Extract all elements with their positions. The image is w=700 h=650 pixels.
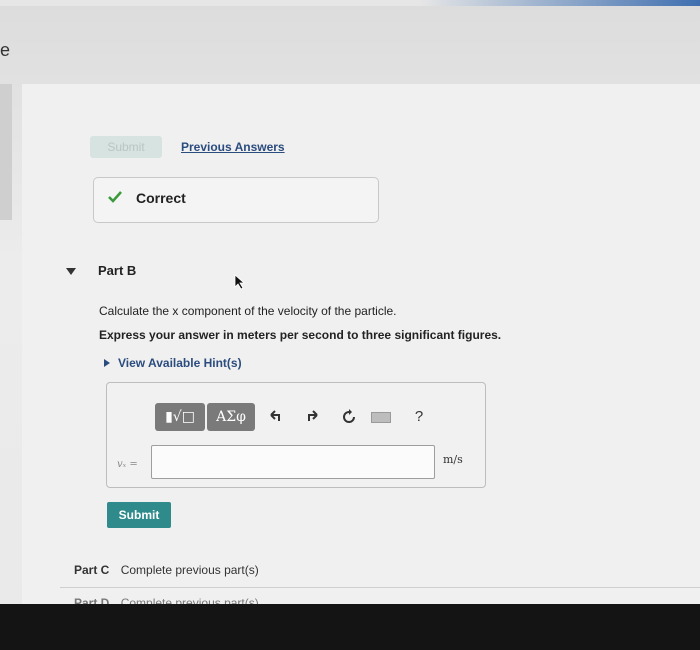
feedback-status-label: Correct xyxy=(136,190,186,206)
question-text: Calculate the x component of the velocit… xyxy=(99,304,397,318)
variable-label: vₓ = xyxy=(117,459,138,470)
templates-button[interactable]: ▮√□ xyxy=(155,403,205,431)
feedback-correct-box: Correct xyxy=(93,177,379,223)
greek-symbols-button[interactable]: ΑΣφ xyxy=(207,403,255,431)
submit-button-disabled: Submit xyxy=(90,136,162,158)
answer-input[interactable] xyxy=(151,445,435,479)
divider xyxy=(60,587,700,588)
answer-box: ▮√□ ΑΣφ ? vₓ = m/s xyxy=(106,382,486,488)
previous-answers-link[interactable]: Previous Answers xyxy=(181,140,285,154)
view-hints-link[interactable]: View Available Hint(s) xyxy=(118,356,242,370)
screen-bezel xyxy=(0,604,700,650)
keyboard-icon[interactable] xyxy=(371,407,391,427)
hint-caret-icon[interactable] xyxy=(104,359,110,367)
part-c-row: Part C Complete previous part(s) xyxy=(74,563,259,577)
reset-icon[interactable] xyxy=(339,407,359,427)
browser-top-strip xyxy=(0,0,700,6)
part-b-title[interactable]: Part B xyxy=(98,263,136,278)
part-c-status: Complete previous part(s) xyxy=(120,563,259,577)
redo-icon[interactable] xyxy=(303,407,323,427)
help-button[interactable]: ? xyxy=(409,407,429,427)
mouse-cursor-icon xyxy=(234,274,246,290)
left-text-fragment: e xyxy=(0,40,11,60)
undo-icon[interactable] xyxy=(265,407,285,427)
unit-label: m/s xyxy=(443,453,463,466)
part-c-label: Part C xyxy=(74,563,110,577)
check-icon xyxy=(108,191,122,203)
collapse-caret-icon[interactable] xyxy=(66,268,76,275)
left-panel xyxy=(0,84,12,220)
submit-button[interactable]: Submit xyxy=(107,502,171,528)
instruction-text: Express your answer in meters per second… xyxy=(99,328,502,342)
